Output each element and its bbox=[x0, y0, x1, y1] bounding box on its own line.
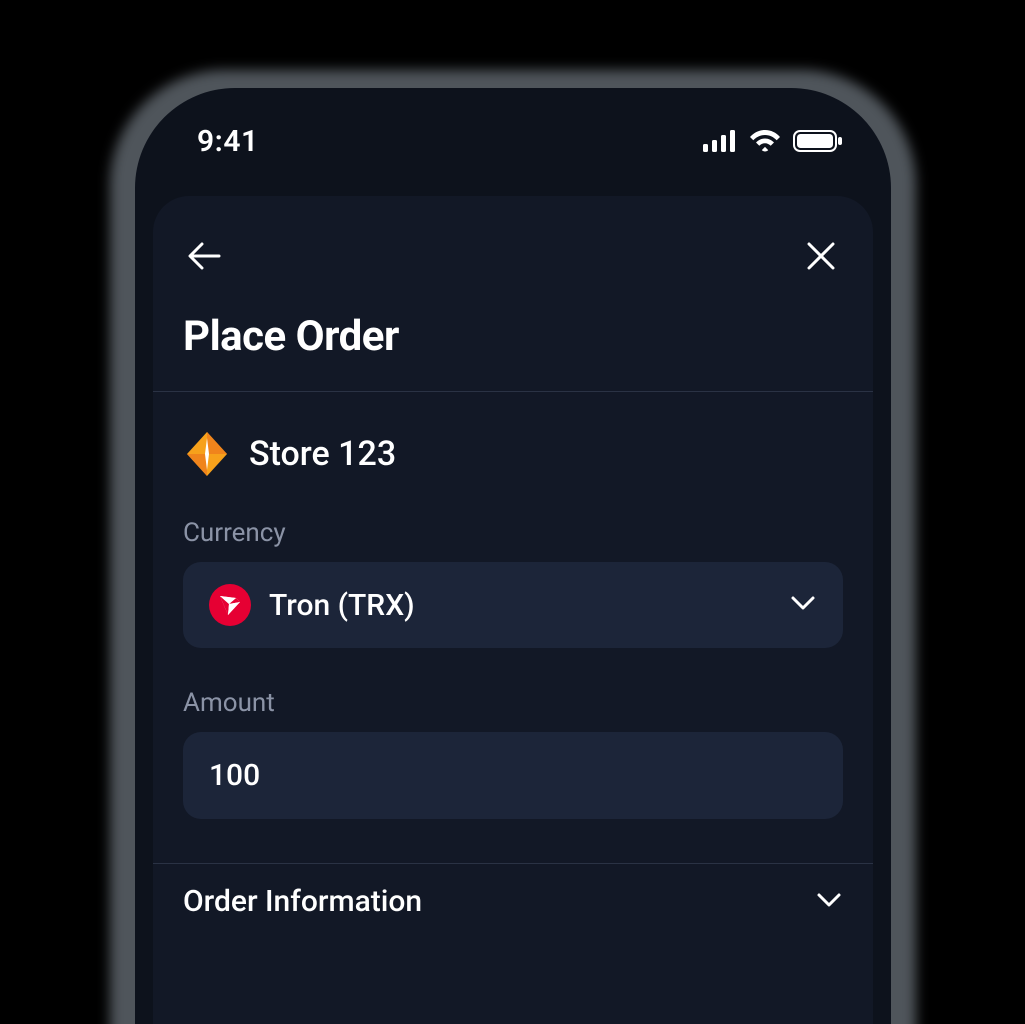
order-information-title: Order Information bbox=[183, 884, 422, 919]
battery-icon bbox=[793, 130, 843, 152]
amount-input[interactable]: 100 bbox=[183, 732, 843, 819]
amount-label: Amount bbox=[183, 688, 843, 718]
chevron-down-icon bbox=[789, 589, 817, 621]
tron-coin-icon bbox=[209, 584, 251, 626]
store-row: Store 123 bbox=[183, 430, 843, 478]
arrow-left-icon bbox=[186, 237, 224, 279]
status-indicators bbox=[703, 130, 843, 152]
store-name: Store 123 bbox=[249, 434, 396, 474]
wifi-icon bbox=[749, 130, 781, 152]
chevron-down-icon bbox=[815, 886, 843, 918]
currency-selected-value: Tron (TRX) bbox=[269, 588, 771, 623]
top-bar bbox=[183, 236, 843, 280]
phone-frame: 9:41 bbox=[135, 88, 891, 1024]
close-icon bbox=[806, 241, 836, 275]
currency-select[interactable]: Tron (TRX) bbox=[183, 562, 843, 648]
back-button[interactable] bbox=[183, 236, 227, 280]
currency-label: Currency bbox=[183, 518, 843, 548]
status-bar: 9:41 bbox=[135, 88, 891, 166]
page-title: Place Order bbox=[183, 312, 843, 361]
order-information-toggle[interactable]: Order Information bbox=[183, 874, 843, 929]
divider bbox=[153, 391, 873, 392]
close-button[interactable] bbox=[799, 236, 843, 280]
status-time: 9:41 bbox=[197, 124, 259, 159]
cellular-signal-icon bbox=[703, 130, 737, 152]
divider bbox=[153, 863, 873, 864]
app-panel: Place Order Store 123 Currency bbox=[153, 196, 873, 1024]
store-logo-icon bbox=[183, 430, 231, 478]
